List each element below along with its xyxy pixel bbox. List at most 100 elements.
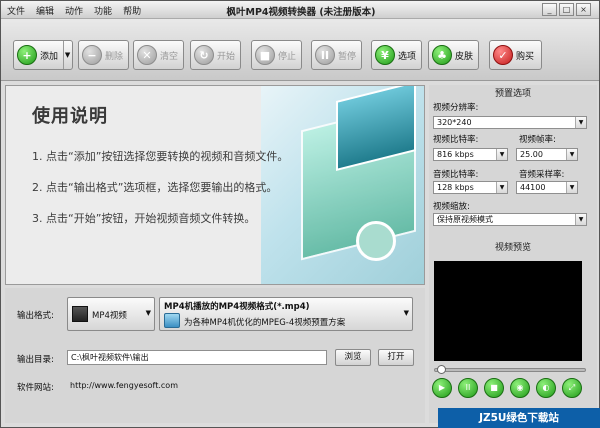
samplerate-select[interactable]: 44100 ▼ — [516, 181, 578, 194]
audio-bitrate-label: 音频比特率: — [433, 170, 479, 180]
chevron-down-icon: ▼ — [145, 309, 151, 317]
pause-label: 暂停 — [338, 51, 357, 62]
chevron-down-icon: ▼ — [496, 182, 507, 193]
settings-panel: 预置选项 视频分辨率: 320*240 ▼ 视频比特率: 816 kbps ▼ 视频… — [429, 85, 597, 423]
skin-icon: ♣ — [432, 45, 452, 65]
clear-icon: ✕ — [137, 45, 157, 65]
window-title: 枫叶MP4视频转换器 (未注册版本) — [226, 7, 376, 18]
samplerate-label: 音频采样率: — [519, 170, 565, 180]
open-button[interactable]: 打开 — [378, 349, 414, 366]
preview-header: 视频预览 — [494, 243, 531, 253]
instruction-step-2: 2. 点击“输出格式”选项框，选择您要输出的格式。 — [32, 181, 278, 194]
site-label: 软件网站: — [17, 383, 54, 393]
video-icon — [72, 306, 88, 322]
zoom-label: 视频缩放: — [433, 202, 470, 212]
mp4-icon — [164, 313, 180, 328]
minus-icon: − — [82, 45, 102, 65]
fullscreen-button[interactable]: ⤢ — [562, 378, 582, 398]
resolution-value: 320*240 — [437, 118, 472, 127]
website-link[interactable]: http://www.fengyesoft.com — [70, 381, 178, 390]
format-category-select[interactable]: MP4视频 ▼ — [67, 297, 155, 331]
format-select[interactable]: MP4机播放的MP4视频格式(*.mp4) 为各种MP4机优化的MPEG-4视频… — [159, 297, 413, 331]
maximize-button[interactable]: □ — [559, 3, 574, 16]
chevron-down-icon: ▼ — [496, 149, 507, 160]
video-preview — [434, 261, 582, 361]
options-button[interactable]: ¥ 选项 — [371, 40, 422, 70]
menu-function[interactable]: 功能 — [94, 4, 112, 17]
instruction-panel: 使用说明 1. 点击“添加”按钮选择您要转换的视频和音频文件。 2. 点击“输出… — [5, 85, 425, 285]
seek-slider[interactable] — [434, 365, 586, 374]
stop-label: 停止 — [278, 51, 297, 62]
play-button[interactable]: ▶ — [432, 378, 452, 398]
start-label: 开始 — [217, 51, 236, 62]
title-bar: 文件 编辑 动作 功能 帮助 枫叶MP4视频转换器 (未注册版本) _ □ × — [1, 1, 599, 19]
output-panel: 输出格式: MP4视频 ▼ MP4机播放的MP4视频格式(*.mp4) 为各种M… — [5, 288, 425, 423]
pause-icon: II — [315, 45, 335, 65]
snapshot-button[interactable]: ◉ — [510, 378, 530, 398]
toolbar: + 添加 ▼ − 删除 ✕ 清空 ↻ 开始 ■ 停止 II 暂停 ¥ 选项 ♣ — [1, 19, 599, 81]
menu-file[interactable]: 文件 — [7, 4, 25, 17]
format-category-value: MP4视频 — [92, 311, 127, 321]
pause-button[interactable]: II 暂停 — [311, 40, 362, 70]
refresh-icon: ↻ — [194, 45, 214, 65]
framerate-select[interactable]: 25.00 ▼ — [516, 148, 578, 161]
plus-icon: + — [17, 45, 37, 65]
dir-label: 输出目录: — [17, 355, 54, 365]
video-bitrate-value: 816 kbps — [437, 150, 474, 159]
stop-button[interactable]: ■ 停止 — [251, 40, 302, 70]
delete-label: 删除 — [105, 51, 124, 62]
instruction-step-1: 1. 点击“添加”按钮选择您要转换的视频和音频文件。 — [32, 150, 289, 163]
audio-bitrate-value: 128 kbps — [437, 183, 474, 192]
zoom-value: 保持原视频模式 — [437, 215, 493, 224]
samplerate-value: 44100 — [520, 183, 546, 192]
pause-preview-button[interactable]: II — [458, 378, 478, 398]
audio-bitrate-select[interactable]: 128 kbps ▼ — [433, 181, 508, 194]
instruction-step-3: 3. 点击“开始”按钮，开始视频音频文件转换。 — [32, 212, 256, 225]
options-label: 选项 — [398, 51, 417, 62]
minimize-button[interactable]: _ — [542, 3, 557, 16]
menu-action[interactable]: 动作 — [65, 4, 83, 17]
chevron-down-icon: ▼ — [566, 149, 577, 160]
add-label: 添加 — [40, 51, 59, 62]
menu-edit[interactable]: 编辑 — [36, 4, 54, 17]
chevron-down-icon[interactable]: ▼ — [63, 41, 71, 69]
delete-button[interactable]: − 删除 — [78, 40, 129, 70]
stop-preview-button[interactable]: ■ — [484, 378, 504, 398]
close-button[interactable]: × — [576, 3, 591, 16]
decorative-artwork — [261, 86, 424, 284]
preset-header: 预置选项 — [494, 89, 531, 99]
video-bitrate-select[interactable]: 816 kbps ▼ — [433, 148, 508, 161]
disc-icon — [356, 221, 396, 261]
watermark: JZ5U绿色下载站www.jz5u.com — [438, 408, 600, 428]
format-description: 为各种MP4机优化的MPEG-4视频预置方案 — [184, 318, 346, 328]
buy-label: 购买 — [516, 51, 535, 62]
skin-label: 皮肤 — [455, 51, 474, 62]
resolution-select[interactable]: 320*240 ▼ — [433, 116, 587, 129]
menu-help[interactable]: 帮助 — [123, 4, 141, 17]
chevron-down-icon: ▼ — [575, 214, 586, 225]
window-controls: _ □ × — [542, 3, 591, 16]
instructions-title: 使用说明 — [32, 106, 108, 127]
options-icon: ¥ — [375, 45, 395, 65]
clear-button[interactable]: ✕ 清空 — [133, 40, 184, 70]
menu-bar: 文件 编辑 动作 功能 帮助 — [7, 4, 141, 17]
resolution-label: 视频分辨率: — [433, 103, 479, 113]
skin-button[interactable]: ♣ 皮肤 — [428, 40, 479, 70]
format-name: MP4机播放的MP4视频格式(*.mp4) — [164, 302, 310, 312]
video-bitrate-label: 视频比特率: — [433, 135, 479, 145]
app-window: 文件 编辑 动作 功能 帮助 枫叶MP4视频转换器 (未注册版本) _ □ × … — [0, 0, 600, 428]
slider-knob[interactable] — [437, 365, 446, 374]
framerate-label: 视频帧率: — [519, 135, 556, 145]
add-button[interactable]: + 添加 ▼ — [13, 40, 73, 70]
volume-button[interactable]: ◐ — [536, 378, 556, 398]
clear-label: 清空 — [160, 51, 179, 62]
chevron-down-icon: ▼ — [575, 117, 586, 128]
output-dir-input[interactable]: C:\枫叶视频软件\输出 — [67, 350, 327, 365]
browse-button[interactable]: 浏览 — [335, 349, 371, 366]
format-label: 输出格式: — [17, 311, 54, 321]
buy-button[interactable]: ✓ 购买 — [489, 40, 542, 70]
zoom-select[interactable]: 保持原视频模式 ▼ — [433, 213, 587, 226]
chevron-down-icon: ▼ — [403, 309, 409, 317]
start-button[interactable]: ↻ 开始 — [190, 40, 241, 70]
cart-icon: ✓ — [493, 45, 513, 65]
